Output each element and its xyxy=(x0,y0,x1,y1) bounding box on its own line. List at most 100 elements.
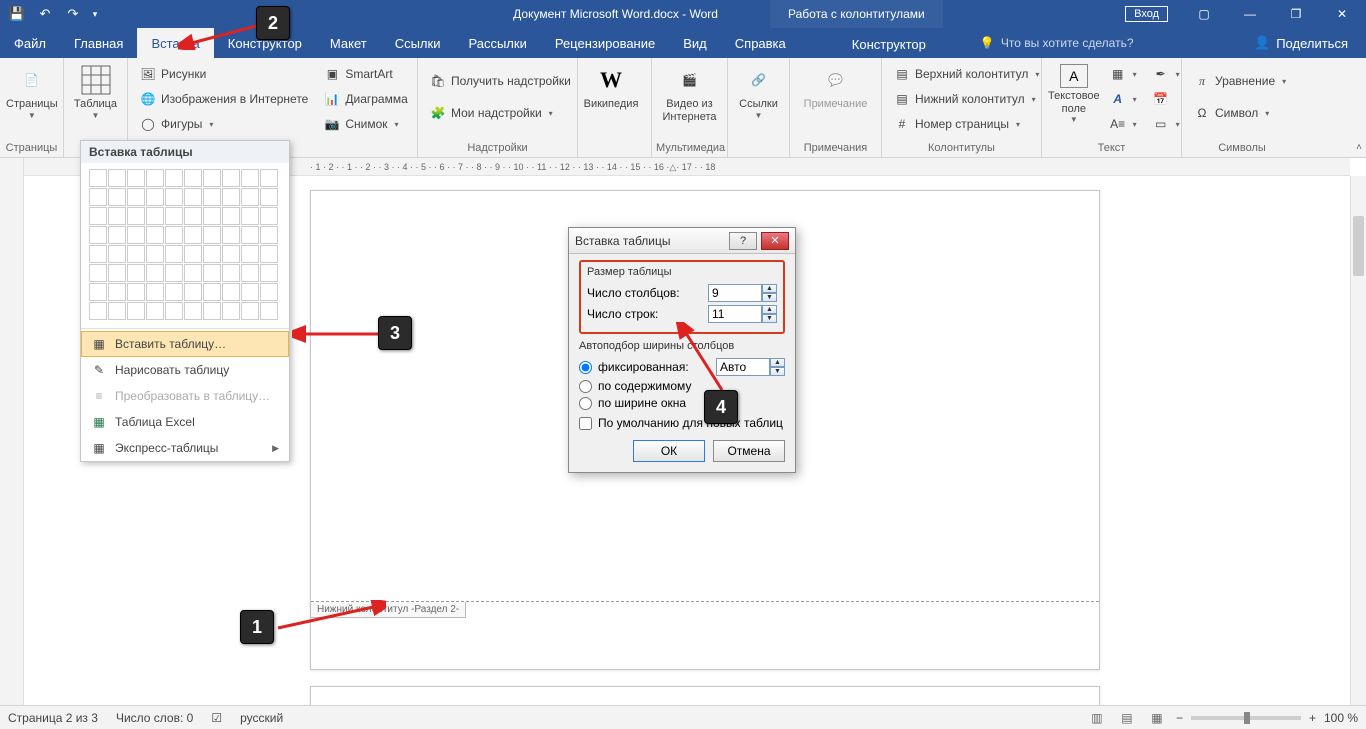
grid-cell[interactable] xyxy=(184,302,202,320)
dialog-close-button[interactable]: ✕ xyxy=(761,232,789,250)
horizontal-ruler[interactable]: · 1 · 2 · · 1 · · 2 · · 3 · · 4 · · 5 · … xyxy=(310,158,1350,176)
grid-cell[interactable] xyxy=(222,264,240,282)
dialog-titlebar[interactable]: Вставка таблицы ? ✕ xyxy=(569,228,795,254)
grid-cell[interactable] xyxy=(108,207,126,225)
grid-cell[interactable] xyxy=(222,207,240,225)
rows-input[interactable] xyxy=(708,305,762,323)
dropcap-button[interactable]: A≡▾ xyxy=(1106,113,1141,135)
tab-review[interactable]: Рецензирование xyxy=(541,28,669,58)
footer-button[interactable]: ▤Нижний колонтитул▾ xyxy=(890,88,1043,110)
grid-cell[interactable] xyxy=(184,188,202,206)
grid-cell[interactable] xyxy=(203,188,221,206)
grid-cell[interactable] xyxy=(222,226,240,244)
tab-mailings[interactable]: Рассылки xyxy=(454,28,540,58)
tab-home[interactable]: Главная xyxy=(60,28,137,58)
grid-cell[interactable] xyxy=(165,283,183,301)
cols-up[interactable]: ▲ xyxy=(762,284,777,293)
share-button[interactable]: 👤Поделиться xyxy=(1236,28,1366,58)
grid-cell[interactable] xyxy=(127,207,145,225)
zoom-level[interactable]: 100 % xyxy=(1324,711,1358,725)
grid-cell[interactable] xyxy=(203,226,221,244)
fixed-width-input[interactable] xyxy=(716,358,770,376)
undo-button[interactable]: ↶ xyxy=(32,2,58,26)
dialog-help-button[interactable]: ? xyxy=(729,232,757,250)
tab-help[interactable]: Справка xyxy=(721,28,800,58)
header-button[interactable]: ▤Верхний колонтитул▾ xyxy=(890,63,1043,85)
pages-button[interactable]: 📄 Страницы ▼ xyxy=(4,60,60,124)
tab-layout[interactable]: Макет xyxy=(316,28,381,58)
grid-cell[interactable] xyxy=(127,245,145,263)
grid-cell[interactable] xyxy=(89,245,107,263)
zoom-slider[interactable] xyxy=(1191,716,1301,720)
grid-cell[interactable] xyxy=(108,264,126,282)
page-number-button[interactable]: #Номер страницы▾ xyxy=(890,113,1043,135)
sig-line-button[interactable]: ✒▾ xyxy=(1149,63,1184,85)
grid-cell[interactable] xyxy=(127,226,145,244)
shapes-button[interactable]: ◯Фигуры▾ xyxy=(136,113,312,135)
grid-cell[interactable] xyxy=(184,283,202,301)
scroll-thumb[interactable] xyxy=(1353,216,1364,276)
status-page[interactable]: Страница 2 из 3 xyxy=(8,711,98,725)
grid-cell[interactable] xyxy=(241,245,259,263)
grid-cell[interactable] xyxy=(165,226,183,244)
cols-input[interactable] xyxy=(708,284,762,302)
object-button[interactable]: ▭▾ xyxy=(1149,113,1184,135)
zoom-out-button[interactable]: − xyxy=(1176,711,1183,725)
wordart-button[interactable]: A▾ xyxy=(1106,88,1141,110)
width-up[interactable]: ▲ xyxy=(770,358,785,367)
grid-cell[interactable] xyxy=(89,169,107,187)
grid-cell[interactable] xyxy=(127,169,145,187)
tab-insert[interactable]: Вставка xyxy=(137,28,213,58)
grid-cell[interactable] xyxy=(146,207,164,225)
ok-button[interactable]: ОК xyxy=(633,440,705,462)
grid-cell[interactable] xyxy=(260,245,278,263)
grid-cell[interactable] xyxy=(89,283,107,301)
autofit-fixed-radio[interactable] xyxy=(579,361,592,374)
remember-checkbox[interactable] xyxy=(579,417,592,430)
grid-cell[interactable] xyxy=(184,169,202,187)
view-print-layout[interactable]: ▤ xyxy=(1116,709,1138,727)
grid-cell[interactable] xyxy=(89,188,107,206)
rows-down[interactable]: ▼ xyxy=(762,314,777,323)
chart-button[interactable]: 📊Диаграмма xyxy=(320,88,411,110)
grid-cell[interactable] xyxy=(89,207,107,225)
date-time-button[interactable]: 📅 xyxy=(1149,88,1184,110)
grid-cell[interactable] xyxy=(184,226,202,244)
tell-me-search[interactable]: 💡Что вы хотите сделать? xyxy=(980,28,1134,58)
signin-button[interactable]: Вход xyxy=(1125,6,1168,22)
grid-cell[interactable] xyxy=(203,302,221,320)
grid-cell[interactable] xyxy=(146,283,164,301)
page-2[interactable] xyxy=(310,686,1100,705)
grid-cell[interactable] xyxy=(165,264,183,282)
grid-cell[interactable] xyxy=(260,283,278,301)
equation-button[interactable]: πУравнение▾ xyxy=(1190,70,1290,92)
grid-cell[interactable] xyxy=(89,302,107,320)
quick-tables-menuitem[interactable]: ▦Экспресс-таблицы▶ xyxy=(81,435,289,461)
grid-cell[interactable] xyxy=(203,245,221,263)
view-web-layout[interactable]: ▦ xyxy=(1146,709,1168,727)
grid-cell[interactable] xyxy=(165,245,183,263)
grid-cell[interactable] xyxy=(146,169,164,187)
grid-cell[interactable] xyxy=(260,302,278,320)
grid-cell[interactable] xyxy=(203,169,221,187)
grid-cell[interactable] xyxy=(165,169,183,187)
restore-button[interactable]: ❐ xyxy=(1274,0,1318,28)
minimize-button[interactable]: — xyxy=(1228,0,1272,28)
grid-cell[interactable] xyxy=(222,283,240,301)
grid-cell[interactable] xyxy=(260,207,278,225)
grid-cell[interactable] xyxy=(146,302,164,320)
grid-cell[interactable] xyxy=(165,207,183,225)
grid-cell[interactable] xyxy=(89,226,107,244)
autofit-window-radio[interactable] xyxy=(579,397,592,410)
pictures-button[interactable]: 🖼Рисунки xyxy=(136,63,312,85)
grid-cell[interactable] xyxy=(127,188,145,206)
grid-cell[interactable] xyxy=(260,188,278,206)
tab-view[interactable]: Вид xyxy=(669,28,721,58)
cols-down[interactable]: ▼ xyxy=(762,293,777,302)
grid-cell[interactable] xyxy=(260,169,278,187)
grid-cell[interactable] xyxy=(203,264,221,282)
grid-cell[interactable] xyxy=(203,283,221,301)
grid-cell[interactable] xyxy=(241,302,259,320)
online-pictures-button[interactable]: 🌐Изображения в Интернете xyxy=(136,88,312,110)
smartart-button[interactable]: ▣SmartArt xyxy=(320,63,411,85)
